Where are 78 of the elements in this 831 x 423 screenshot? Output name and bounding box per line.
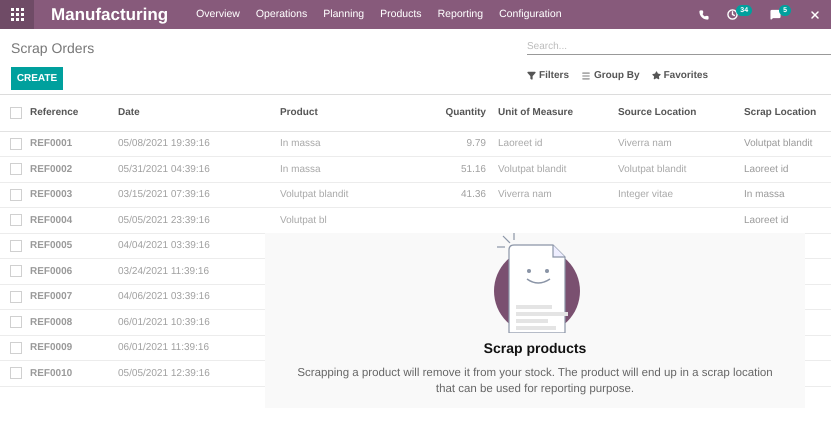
checkbox[interactable] [10,214,22,226]
checkbox[interactable] [10,290,22,303]
nav-menu-item[interactable]: Configuration [499,6,562,22]
table-cell: 06/01/2021 10:39:16 [118,316,210,328]
phone-icon[interactable] [699,10,710,20]
nav-menu-item[interactable]: Products [380,6,422,22]
table-cell: 06/01/2021 11:39:16 [118,342,210,354]
table-cell: 03/15/2021 07:39:16 [118,189,210,200]
table-cell: Integer vitae [618,189,674,200]
empty-state-description: Scrapping a product will remove it from your stock. The product will end up in a scrap location that can be used for reporting purpose. [296,366,774,397]
table-cell: Volutpat blandit [498,164,566,175]
checkbox[interactable] [10,138,22,150]
table-cell: REF0007 [30,291,72,302]
table-cell: In massa [280,138,321,150]
table-cell: REF0006 [30,266,72,277]
breadcrumb-title: Scrap Orders [11,39,94,58]
table-cell: In massa [744,189,785,200]
checkbox[interactable] [10,163,22,176]
checkbox[interactable] [10,367,22,380]
column-header[interactable]: Source Location [618,95,744,131]
table-cell: Laoreet id [744,214,788,226]
checkbox[interactable] [10,265,22,278]
table-cell: Volutpat blandit [744,138,812,150]
table-cell: Laoreet id [744,164,788,175]
chat-icon[interactable] [770,9,782,20]
table-cell: In massa [280,164,321,175]
column-header[interactable]: Reference [30,95,118,131]
table-cell: Volutpat bl [280,214,327,226]
grid-icon [10,8,24,21]
filter-icon [527,71,536,80]
column-header[interactable]: Scrap Location [744,95,831,131]
table-cell: REF0008 [30,316,72,328]
table-cell: 41.36 [460,189,486,200]
checkbox[interactable] [10,240,22,252]
table-cell: Volutpat blandit [618,164,686,175]
group-by-button[interactable]: Group By [581,68,640,83]
table-cell: 04/06/2021 03:39:16 [118,291,210,302]
nav-menu-item[interactable]: Operations [256,6,308,22]
table-cell: 05/05/2021 23:39:16 [118,214,210,226]
nav-menu-item[interactable]: Overview [196,6,240,22]
app-title: Manufacturing [51,4,168,26]
table-cell: REF0010 [30,368,72,379]
table-cell: 03/24/2021 11:39:16 [118,266,210,277]
table-cell: 05/05/2021 12:39:16 [118,368,210,379]
table-cell: 51.16 [460,164,486,175]
table-cell: Laoreet id [498,138,542,150]
table-cell: REF0002 [30,164,72,175]
table-cell: REF0003 [30,189,72,200]
apps-menu-button[interactable] [0,0,34,29]
list-icon [581,70,592,80]
table-cell: REF0009 [30,342,72,354]
nav-menu-item[interactable]: Planning [323,6,364,22]
nav-menu-item[interactable]: Reporting [438,6,484,22]
column-header[interactable]: Unit of Measure [494,95,618,131]
checkbox[interactable] [10,316,22,328]
table-cell: REF0001 [30,138,72,150]
column-header[interactable]: Product [280,95,430,131]
table-cell: REF0005 [30,240,72,252]
table-cell: REF0004 [30,214,72,226]
table-cell: 05/08/2021 19:39:16 [118,138,210,150]
clock-icon[interactable] [727,9,738,20]
checkbox[interactable] [10,342,22,354]
table-cell: Viverra nam [498,189,552,200]
column-header[interactable]: Quantity [430,95,494,131]
close-icon[interactable] [809,8,821,20]
table-cell: Viverra nam [618,138,672,150]
table-cell: 9.79 [466,138,486,150]
table-cell: 05/31/2021 04:39:16 [118,164,210,175]
search-field[interactable]: Search... [527,38,831,55]
filters-button[interactable]: Filters [527,68,570,83]
checkbox[interactable] [10,188,22,201]
table-cell: Volutpat blandit [280,189,348,200]
table-cell: 04/04/2021 03:39:16 [118,240,210,252]
star-icon [652,71,661,80]
checkbox[interactable] [10,106,22,119]
empty-state-title: Scrap products [484,339,586,358]
column-header[interactable]: Date [118,95,280,131]
favorites-button[interactable]: Favorites [652,68,708,83]
